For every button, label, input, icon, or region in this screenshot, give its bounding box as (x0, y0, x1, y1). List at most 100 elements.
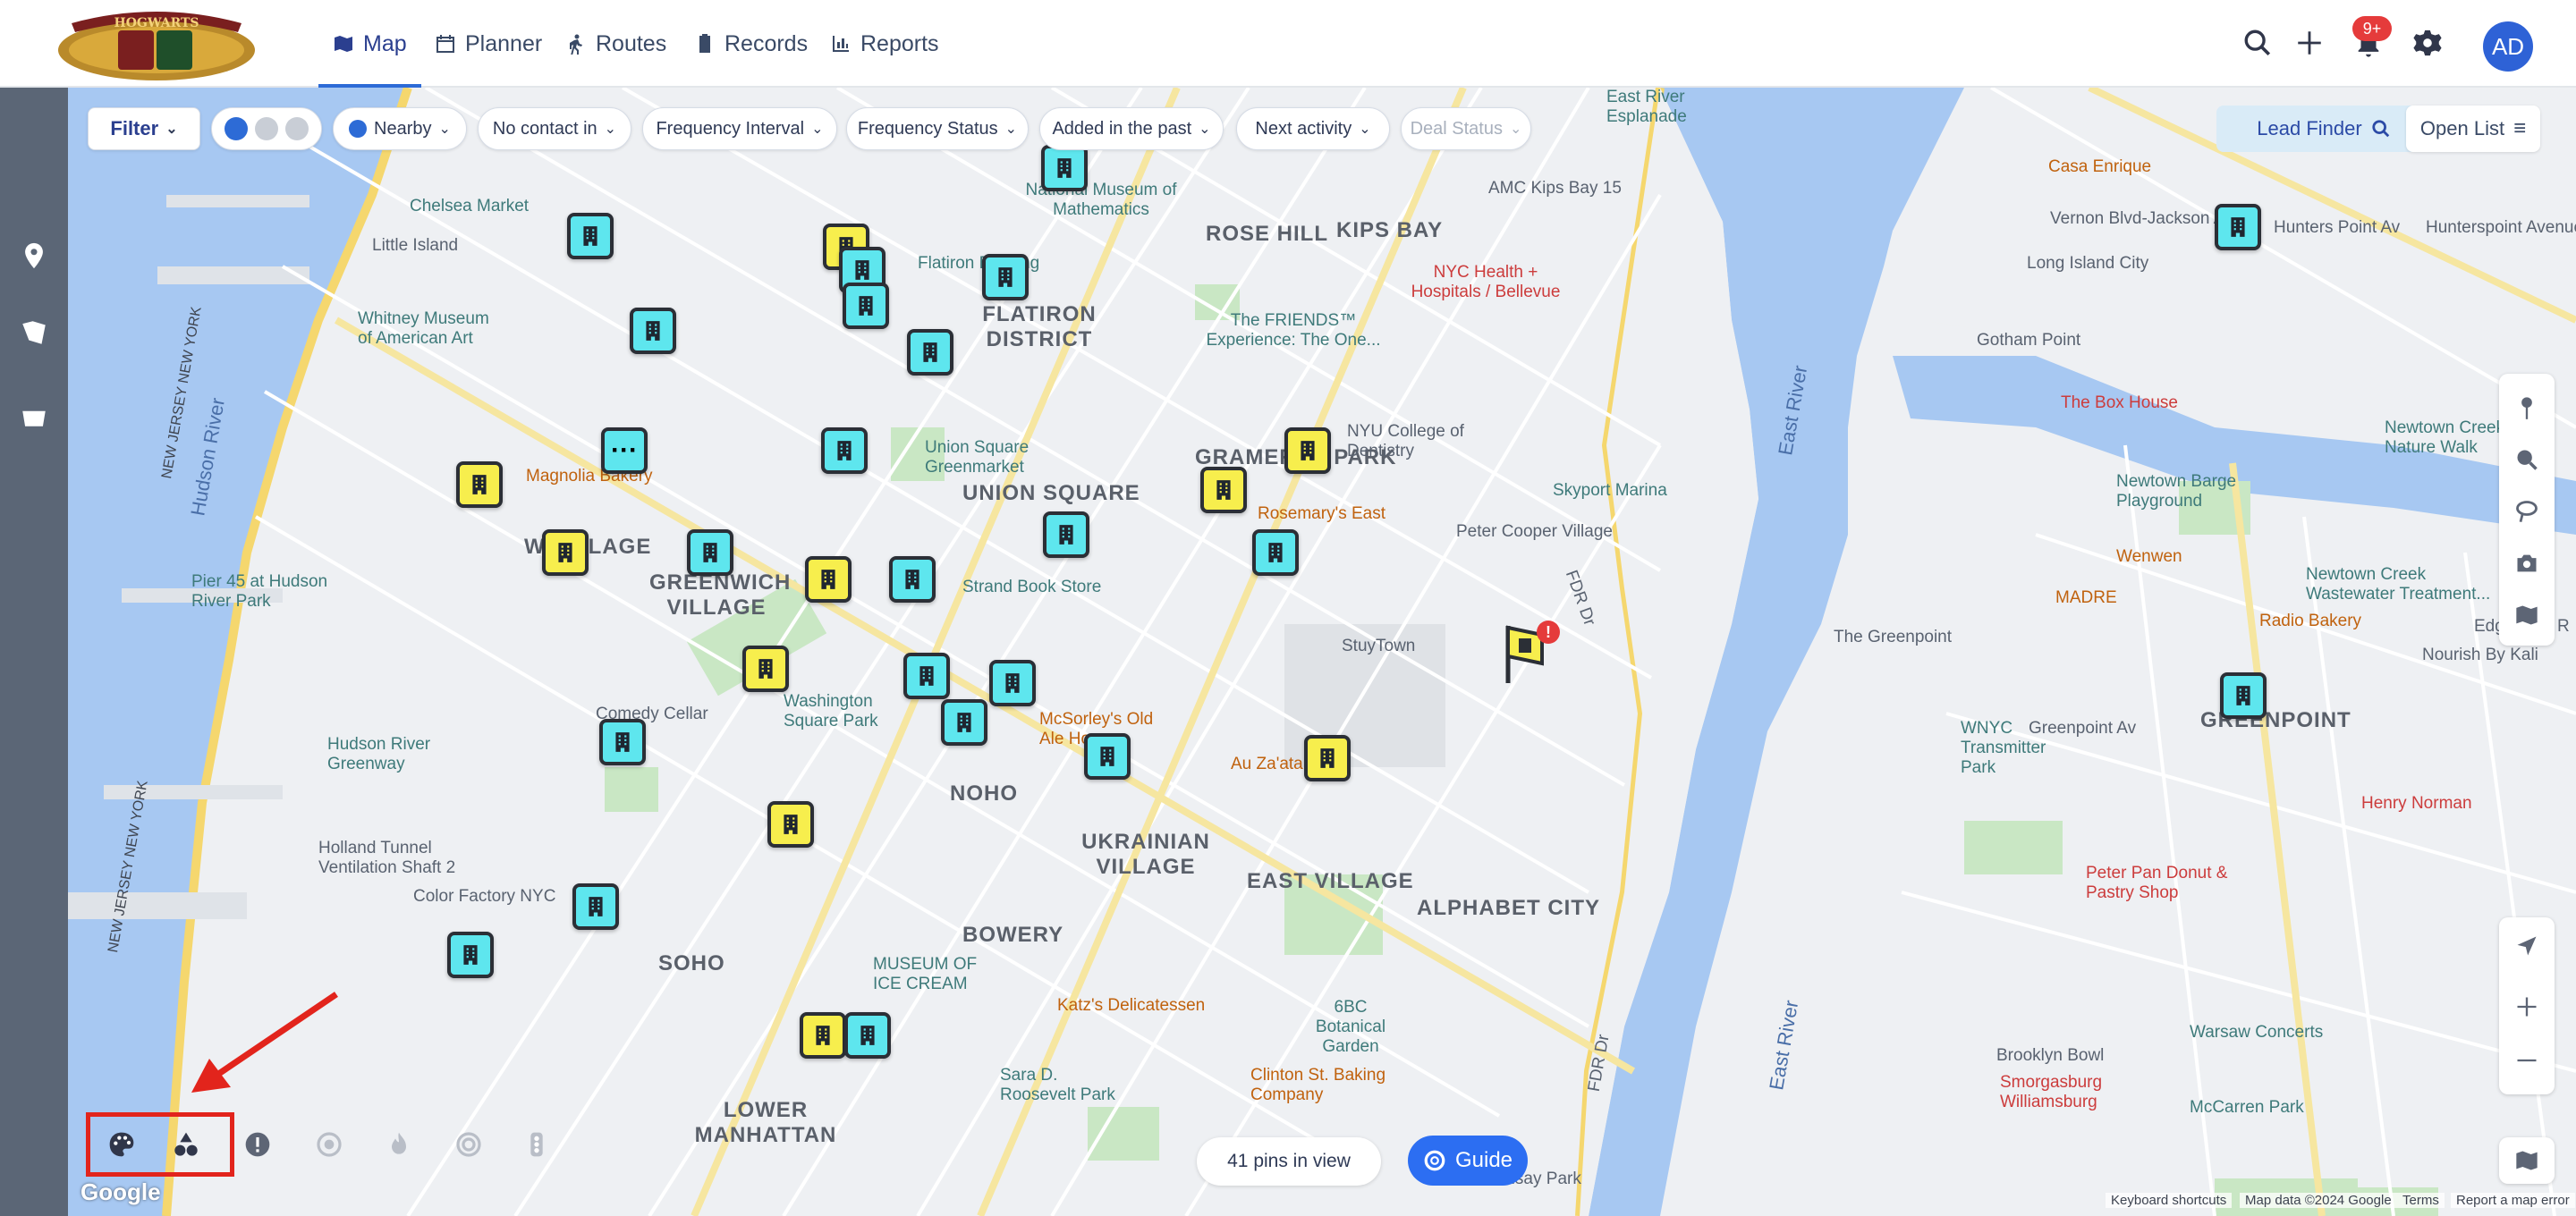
map-pin[interactable] (941, 699, 987, 746)
nearby-filter[interactable]: Nearby ⌄ (333, 107, 467, 150)
map-pin[interactable] (1284, 427, 1331, 474)
zoom-in-button[interactable] (2509, 989, 2545, 1025)
heatmap-button[interactable] (381, 1127, 417, 1162)
settings-button[interactable] (2408, 23, 2447, 63)
map-pin[interactable] (2220, 672, 2267, 719)
frequency-status-filter[interactable]: Frequency Status ⌄ (846, 107, 1029, 150)
map-label: Hunters Point Av (2274, 218, 2401, 237)
filter-button[interactable]: Filter ⌄ (88, 107, 200, 150)
lead-finder-button[interactable]: Lead Finder (2216, 106, 2431, 152)
building-icon (855, 260, 869, 280)
map-pin[interactable] (599, 719, 646, 765)
map-label: KIPS BAY (1336, 218, 1444, 242)
report-map-error-link[interactable]: Report a map error (2451, 1193, 2575, 1208)
deal-status-filter[interactable]: Deal Status ⌄ (1401, 107, 1531, 150)
keyboard-shortcuts-link[interactable]: Keyboard shortcuts (2106, 1193, 2233, 1208)
open-list-button[interactable]: Open List ≡ (2406, 106, 2540, 152)
flagged-pin[interactable]: ! (1503, 621, 1560, 685)
map-pin[interactable] (1041, 145, 1088, 191)
locate-me-button[interactable] (2509, 928, 2545, 964)
pin-type-toggle[interactable] (211, 107, 322, 150)
map-pin[interactable] (2215, 204, 2261, 250)
target-button[interactable] (451, 1127, 487, 1162)
no-contact-filter[interactable]: No contact in ⌄ (478, 107, 631, 150)
map-label: Au Za'atar (1231, 755, 1309, 773)
map-icon (335, 36, 352, 52)
terms-link[interactable]: Terms (2397, 1193, 2445, 1208)
building-toggle-icon[interactable] (225, 117, 248, 140)
plus-icon (2517, 997, 2537, 1017)
map-pin[interactable] (805, 556, 852, 603)
zoom-out-button[interactable] (2509, 1043, 2545, 1078)
map-pin-more[interactable]: ··· (601, 427, 648, 474)
building-icon (1057, 158, 1072, 178)
map-pin[interactable] (1084, 733, 1131, 780)
frequency-interval-filter[interactable]: Frequency Interval ⌄ (642, 107, 837, 150)
traffic-button[interactable] (519, 1127, 555, 1162)
map-pin[interactable] (456, 461, 503, 508)
map-label: GREENWICH VILLAGE (649, 570, 792, 620)
nav-records[interactable]: Records (694, 0, 808, 88)
nav-planner[interactable]: Planner (435, 0, 542, 88)
map-pin[interactable] (1252, 529, 1299, 576)
map-label: The Box House (2061, 393, 2178, 412)
map-pin[interactable] (843, 283, 889, 329)
map-pin[interactable] (907, 329, 953, 376)
rail-basket[interactable] (16, 397, 52, 433)
map-pin[interactable] (989, 660, 1036, 706)
hogwarts-logo[interactable]: HOGWARTS (54, 5, 259, 84)
user-avatar[interactable]: AD (2483, 21, 2533, 72)
notification-badge: 9+ (2352, 16, 2392, 41)
map-pin[interactable] (821, 427, 868, 474)
camera-tool[interactable] (2509, 545, 2545, 581)
radius-button[interactable] (311, 1127, 347, 1162)
pin-tool[interactable] (2509, 390, 2545, 426)
map-pin[interactable] (447, 932, 494, 978)
filter-label: Filter (110, 117, 159, 139)
map-pin[interactable] (982, 254, 1029, 300)
map-pin[interactable] (567, 213, 614, 259)
map-pin[interactable] (767, 801, 814, 848)
map-data-attribution: Map data ©2024 Google (2240, 1193, 2397, 1208)
nav-map[interactable]: Map (318, 0, 421, 88)
map-pin[interactable] (889, 556, 936, 603)
map-pin[interactable] (630, 308, 676, 354)
add-button[interactable] (2290, 23, 2329, 63)
rail-leaf[interactable] (16, 315, 52, 350)
map-canvas[interactable]: Chelsea Market Little Island Whitney Mus… (68, 88, 2576, 1216)
map-pin[interactable] (542, 529, 589, 576)
map-pin[interactable] (1043, 511, 1089, 558)
nav-reports[interactable]: Reports (830, 0, 939, 88)
calendar-icon (436, 35, 454, 53)
lasso-tool[interactable] (2509, 494, 2545, 529)
map-pin[interactable] (903, 653, 950, 699)
map-pin[interactable] (1200, 467, 1247, 513)
deal-toggle-icon[interactable] (285, 117, 309, 140)
alerts-button[interactable] (240, 1127, 275, 1162)
nav-routes[interactable]: Routes (565, 0, 666, 88)
search-button[interactable] (2238, 23, 2277, 63)
search-area-tool[interactable] (2509, 442, 2545, 477)
building-icon (859, 296, 873, 316)
map-pin[interactable] (687, 529, 733, 576)
building-icon (1005, 673, 1020, 693)
building-icon (615, 732, 630, 752)
frequency-interval-label: Frequency Interval (656, 118, 805, 139)
added-in-past-filter[interactable]: Added in the past ⌄ (1039, 107, 1224, 150)
rail-check-in[interactable] (16, 238, 52, 274)
person-toggle-icon[interactable] (255, 117, 278, 140)
map-label: Chelsea Market (410, 197, 530, 215)
map-pin[interactable] (742, 646, 789, 692)
map-type-button[interactable] (2509, 1143, 2545, 1178)
map-pin[interactable] (572, 883, 619, 930)
building-icon (860, 1026, 875, 1045)
guide-button[interactable]: Guide (1408, 1136, 1528, 1186)
map-pin[interactable] (800, 1012, 846, 1059)
map-layers-tool[interactable] (2509, 597, 2545, 633)
map-pin[interactable] (844, 1012, 891, 1059)
building-icon (837, 441, 852, 460)
map-pin[interactable] (1304, 735, 1351, 781)
map-label: 6BC Botanical Garden (1315, 998, 1386, 1056)
next-activity-filter[interactable]: Next activity ⌄ (1236, 107, 1390, 150)
folded-map-icon (2516, 1151, 2538, 1170)
